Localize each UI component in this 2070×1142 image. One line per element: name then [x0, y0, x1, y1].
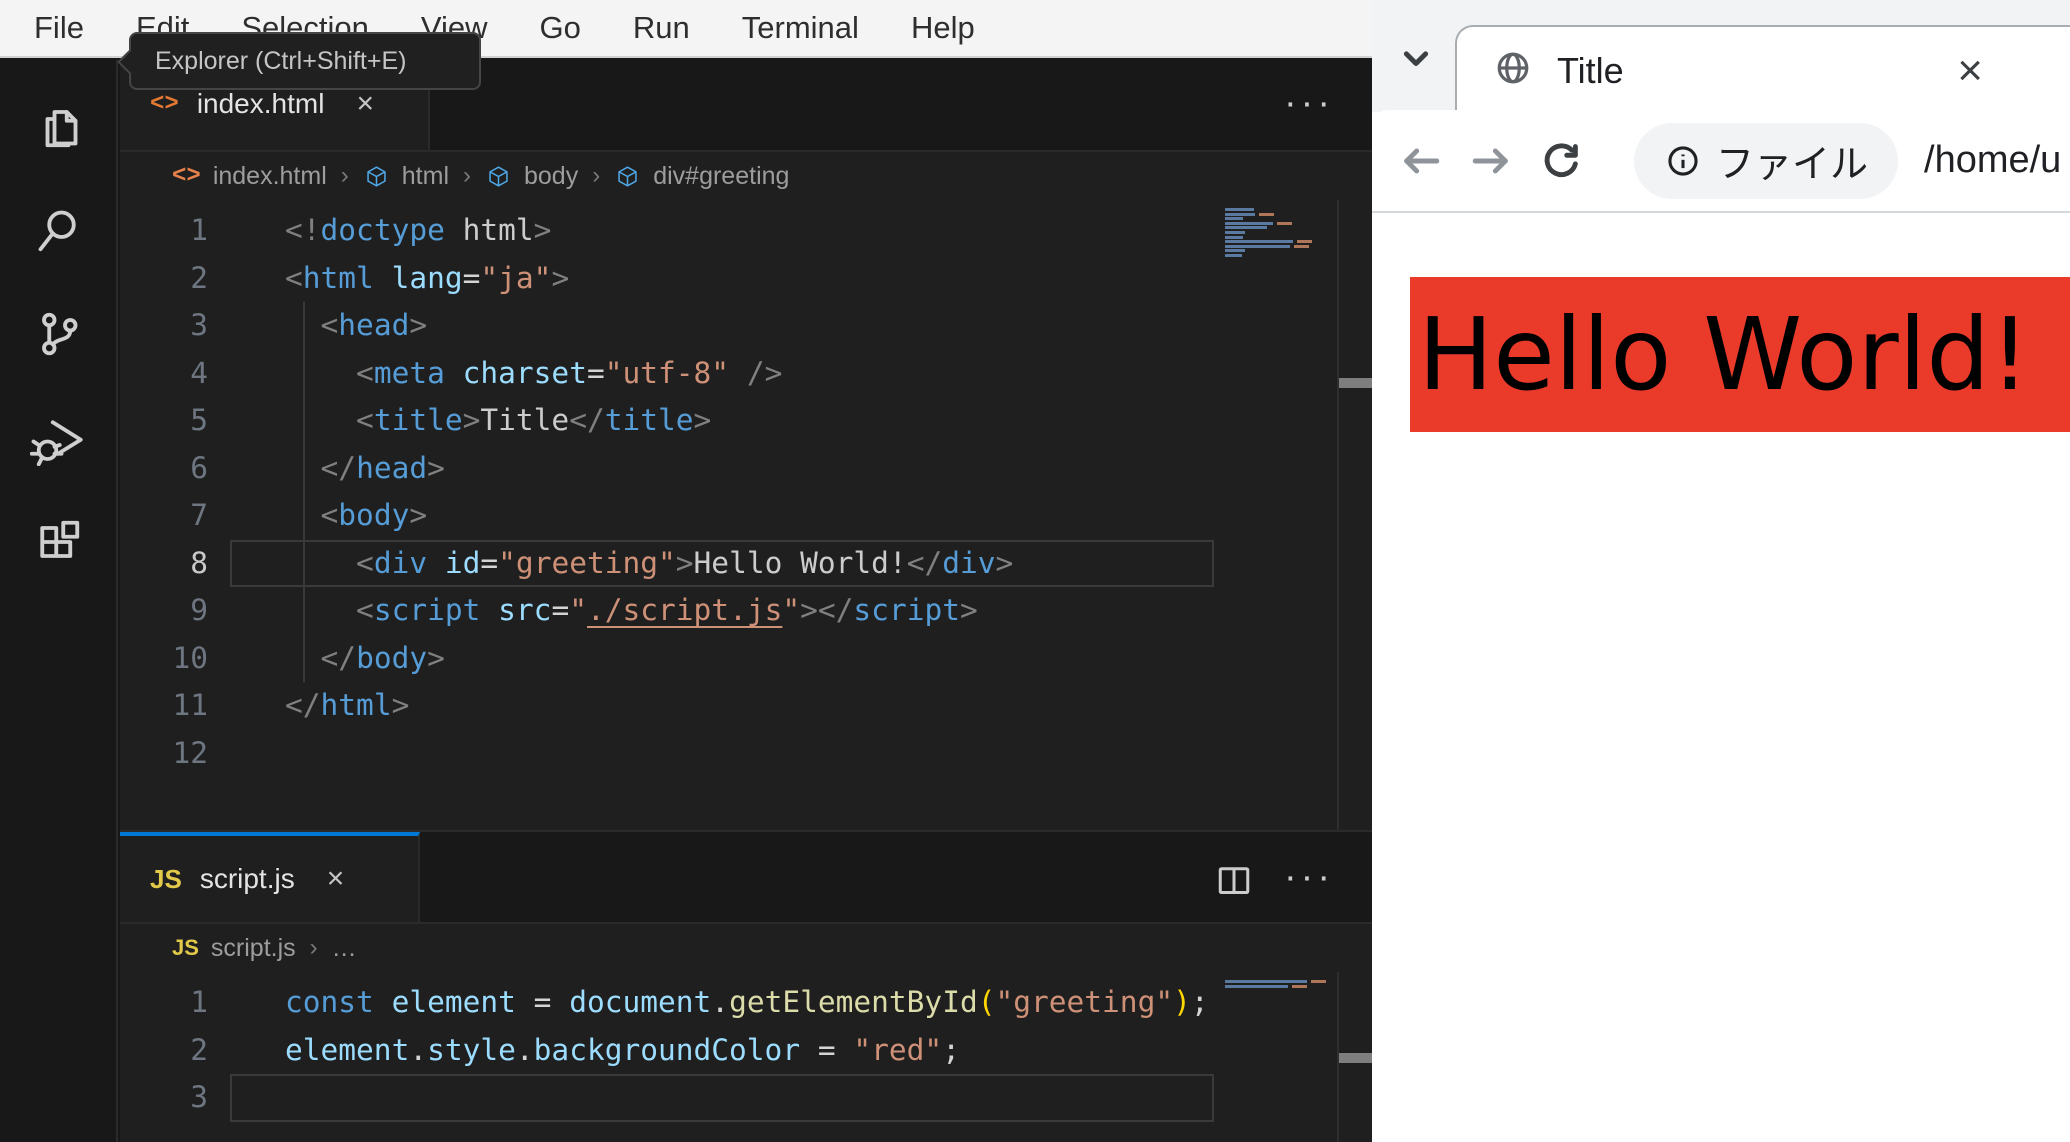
close-tab-icon[interactable]: × — [1957, 48, 1983, 93]
source-control-icon[interactable] — [0, 282, 117, 386]
forward-icon[interactable] — [1468, 138, 1514, 184]
breadcrumb-separator: › — [340, 162, 349, 189]
search-icon[interactable] — [0, 178, 117, 282]
html-file-icon: <> — [150, 90, 179, 118]
run-debug-icon[interactable] — [0, 386, 117, 490]
menu-item-terminal[interactable]: Terminal — [716, 10, 885, 46]
breadcrumb-separator: › — [463, 162, 471, 189]
breadcrumb-separator: › — [592, 162, 601, 189]
extensions-icon[interactable] — [0, 490, 117, 594]
tooltip-text: Explorer (Ctrl+Shift+E) — [155, 46, 407, 75]
breadcrumb-separator: › — [309, 934, 318, 961]
html-file-icon: <> — [172, 162, 201, 190]
tab-label: index.html — [196, 88, 325, 119]
browser-window: Title × ファイル /home/u Hello World! — [1372, 0, 2070, 1142]
symbol-cube-icon — [485, 163, 512, 190]
split-editor-icon[interactable] — [1214, 860, 1254, 905]
close-tab-icon[interactable]: × — [356, 87, 374, 121]
scrollbar-thumb[interactable] — [1339, 378, 1372, 388]
code-editor-html[interactable]: 1 2 3 4 5 6 7 8 9 10 11 12 <!doctype html> <html lan… — [120, 200, 1372, 830]
menu-item-run[interactable]: Run — [607, 10, 716, 46]
tab-script-js[interactable]: JS script.js × — [120, 832, 420, 922]
breadcrumb-js[interactable]: JS script.js › … — [120, 924, 1372, 972]
reload-icon[interactable] — [1538, 138, 1584, 184]
breadcrumb-html[interactable]: <> index.html › html › body › div#greeting — [120, 152, 1372, 200]
tab-list-chevron-icon[interactable] — [1394, 36, 1438, 85]
breadcrumb-file[interactable]: index.html — [213, 162, 327, 191]
tab-label: script.js — [199, 863, 295, 894]
menu-item-go[interactable]: Go — [514, 10, 607, 46]
browser-page: Hello World! — [1372, 213, 2070, 1142]
info-icon — [1668, 145, 1698, 176]
breadcrumb-symbol[interactable]: body — [524, 162, 578, 191]
browser-tab[interactable]: Title × — [1455, 25, 2070, 114]
code-lines: const element = document.getElementById(… — [285, 985, 1209, 1067]
screen: File Edit Selection View Go Run Terminal Help — [0, 0, 2070, 1142]
origin-chip-label: ファイル — [1716, 144, 1869, 186]
breadcrumb-symbol[interactable]: div#greeting — [653, 162, 789, 191]
scrollbar[interactable] — [1337, 972, 1372, 1142]
js-file-icon: JS — [150, 863, 182, 894]
scrollbar[interactable] — [1337, 200, 1372, 830]
vscode-window: File Edit Selection View Go Run Terminal Help — [0, 0, 1372, 1142]
url-text[interactable]: /home/u — [1924, 139, 2061, 182]
back-icon[interactable] — [1398, 138, 1444, 184]
breadcrumb-file[interactable]: script.js — [211, 934, 296, 963]
symbol-cube-icon — [363, 163, 390, 190]
browser-toolbar: ファイル /home/u — [1372, 110, 2070, 213]
line-numbers: 1 2 3 4 5 6 7 8 9 10 11 12 — [172, 213, 208, 770]
symbol-cube-icon — [614, 163, 641, 190]
editor-column: <> index.html × ··· <> index.html › html › bo… — [120, 58, 1372, 1142]
code-editor-js[interactable]: 123 const element = document.getElementB… — [120, 972, 1372, 1142]
origin-chip[interactable]: ファイル — [1634, 122, 1899, 199]
minimap[interactable] — [1212, 972, 1337, 1142]
code-lines: <!doctype html> <html lang="ja"> <head> <… — [285, 213, 1014, 722]
browser-tab-title: Title — [1557, 49, 1624, 91]
greeting-banner: Hello World! — [1410, 277, 2070, 432]
globe-icon — [1493, 48, 1533, 93]
editor-more-actions-icon[interactable]: ··· — [1284, 856, 1334, 899]
activity-bar — [0, 60, 118, 1142]
scrollbar-thumb[interactable] — [1339, 1053, 1372, 1063]
explorer-icon[interactable] — [0, 74, 117, 178]
minimap[interactable] — [1212, 200, 1337, 830]
menu-item-help[interactable]: Help — [885, 10, 1001, 46]
tab-bar-js: JS script.js × ··· — [120, 830, 1372, 924]
explorer-tooltip: Explorer (Ctrl+Shift+E) — [117, 32, 481, 90]
close-tab-icon[interactable]: × — [327, 862, 345, 896]
editor-more-actions-icon[interactable]: ··· — [1284, 82, 1334, 125]
browser-tab-strip: Title × — [1372, 0, 2070, 114]
breadcrumb-symbol[interactable]: … — [332, 934, 357, 963]
breadcrumb-symbol[interactable]: html — [402, 162, 449, 191]
line-numbers: 123 — [190, 985, 208, 1114]
menu-item-file[interactable]: File — [8, 10, 110, 46]
js-file-icon: JS — [172, 935, 199, 960]
